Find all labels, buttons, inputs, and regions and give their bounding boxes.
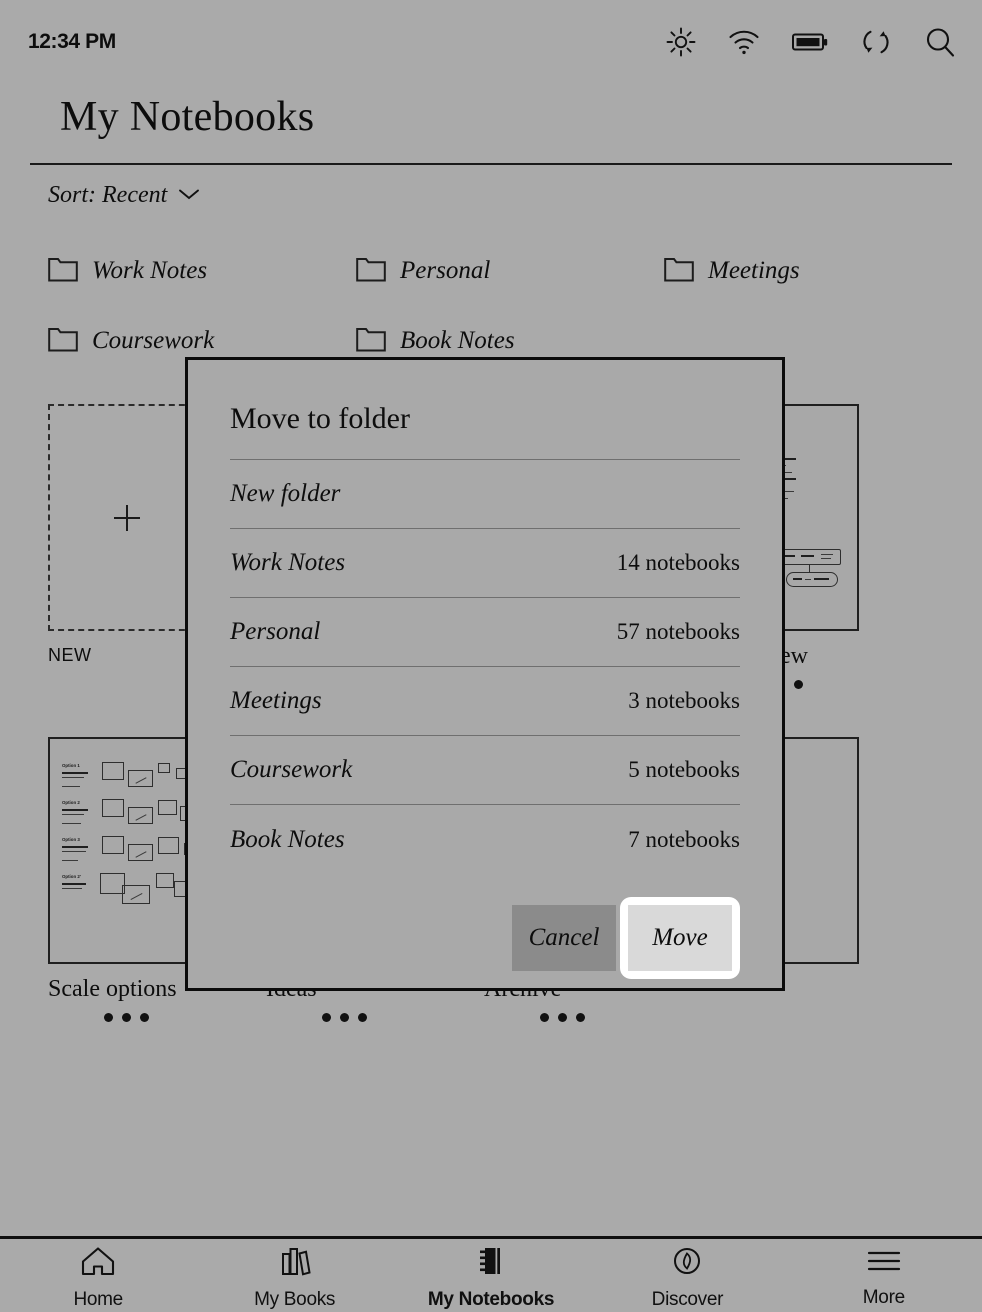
folder-option-label: Book Notes: [230, 825, 345, 853]
folder-option-label: Work Notes: [230, 549, 346, 576]
nav-label: Discover: [651, 1288, 724, 1310]
folder-option-count: 7 notebooks: [628, 826, 740, 852]
new-folder-option[interactable]: New folder: [230, 460, 740, 529]
folder-option-count: 5 notebooks: [628, 757, 740, 782]
nav-label: My Books: [254, 1288, 336, 1310]
nav-item-my-books[interactable]: My Books: [196, 1239, 392, 1312]
nav-item-discover[interactable]: Discover: [589, 1239, 785, 1312]
move-button[interactable]: Move: [628, 905, 732, 971]
move-to-folder-dialog: Move to folder New folder Work Notes 14 …: [185, 357, 785, 991]
folder-option-label: Meetings: [230, 687, 322, 714]
folder-option-label: Personal: [230, 618, 321, 645]
folder-option-count: 3 notebooks: [628, 688, 740, 713]
nav-item-home[interactable]: Home: [0, 1239, 196, 1312]
folder-option-label: Coursework: [230, 756, 353, 783]
hamburger-icon: [865, 1247, 903, 1280]
folder-option-meetings[interactable]: Meetings 3 notebooks: [230, 667, 740, 736]
bottom-nav: Home My Books My Notebooks Discover More: [0, 1236, 982, 1312]
nav-label: More: [862, 1286, 905, 1308]
move-button-focus-ring: Move: [620, 897, 740, 979]
notebook-icon: [473, 1245, 509, 1282]
nav-label: Home: [73, 1288, 123, 1310]
new-folder-label: New folder: [230, 480, 341, 507]
cancel-button[interactable]: Cancel: [512, 905, 616, 971]
dialog-title: Move to folder: [230, 402, 410, 435]
folder-option-coursework[interactable]: Coursework 5 notebooks: [230, 736, 740, 805]
dialog-actions: Cancel Move: [230, 897, 740, 979]
folder-option-count: 14 notebooks: [616, 550, 740, 575]
home-icon: [80, 1245, 116, 1282]
nav-label: My Notebooks: [427, 1288, 555, 1310]
modal-backdrop: Move to folder New folder Work Notes 14 …: [0, 0, 982, 1312]
e-reader-screen: 12:34 PM My Notebooks Sort: Recent Work …: [0, 0, 982, 1312]
folder-option-work-notes[interactable]: Work Notes 14 notebooks: [230, 529, 740, 598]
compass-icon: [670, 1245, 704, 1282]
folder-option-count: 57 notebooks: [616, 619, 740, 644]
books-icon: [277, 1245, 313, 1282]
nav-item-more[interactable]: More: [786, 1239, 982, 1312]
folder-option-book-notes[interactable]: Book Notes 7 notebooks: [230, 805, 740, 874]
folder-option-personal[interactable]: Personal 57 notebooks: [230, 598, 740, 667]
nav-item-my-notebooks[interactable]: My Notebooks: [393, 1239, 589, 1312]
